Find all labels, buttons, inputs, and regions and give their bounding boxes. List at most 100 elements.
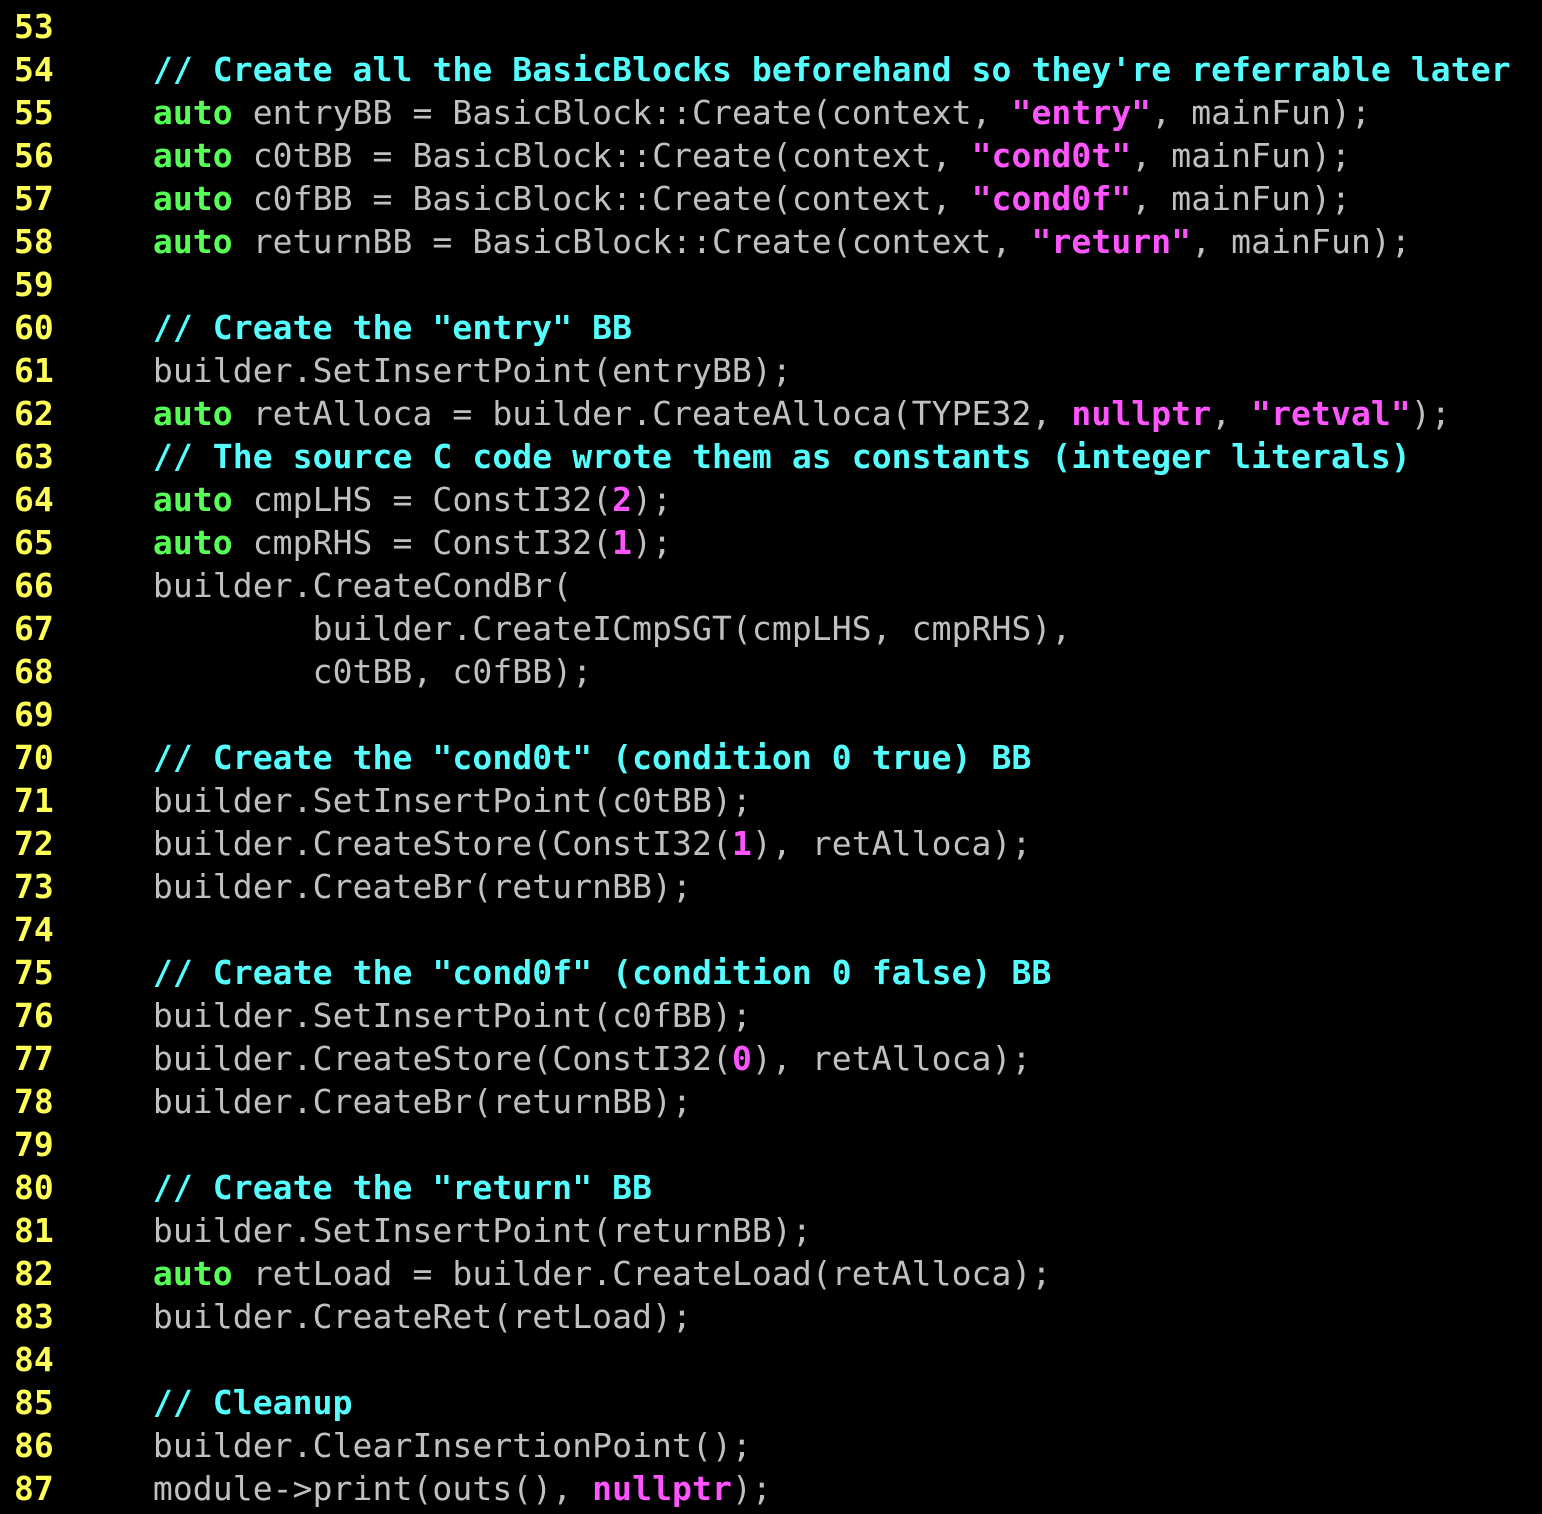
code-text: builder.CreateStore(ConstI32(0), retAllo… (73, 1037, 1032, 1080)
code-text: builder.CreateStore(ConstI32(1), retAllo… (73, 822, 1032, 865)
code-text: auto c0tBB = BasicBlock::Create(context,… (73, 134, 1351, 177)
line-number: 85 (14, 1383, 54, 1422)
token-plain: builder.CreateBr(returnBB); (73, 1082, 692, 1121)
token-string: "cond0t" (971, 136, 1132, 175)
code-text: builder.CreateICmpSGT(cmpLHS, cmpRHS), (73, 607, 1072, 650)
token-string: nullptr (592, 1469, 732, 1508)
code-text: builder.CreateRet(retLoad); (73, 1295, 692, 1338)
line-number: 63 (14, 437, 54, 476)
line-number: 82 (14, 1254, 54, 1293)
token-string: nullptr (1071, 394, 1212, 433)
token-plain: c0fBB = BasicBlock::Create(context, (232, 179, 972, 218)
token-plain: builder.CreateStore(ConstI32( (73, 1039, 732, 1078)
code-text: c0tBB, c0fBB); (73, 650, 592, 693)
token-plain: builder.CreateCondBr( (73, 566, 573, 605)
line-number: 76 (14, 996, 54, 1035)
line-number: 66 (14, 566, 54, 605)
token-plain: module->print(outs(), (73, 1469, 593, 1508)
token-string: "entry" (1011, 93, 1152, 132)
line-number: 87 (14, 1469, 54, 1508)
token-plain: cmpLHS = ConstI32( (232, 480, 613, 519)
token-plain: builder.ClearInsertionPoint(); (73, 1426, 752, 1465)
token-plain: , mainFun); (1131, 136, 1351, 175)
token-plain: retLoad = builder.CreateLoad(retAlloca); (232, 1254, 1052, 1293)
token-plain: ); (632, 523, 673, 562)
code-text: // Create all the BasicBlocks beforehand… (73, 48, 1511, 91)
code-text: // Create the "cond0f" (condition 0 fals… (73, 951, 1051, 994)
token-plain: builder.CreateStore(ConstI32( (73, 824, 732, 863)
line-number: 78 (14, 1082, 54, 1121)
code-text: // Cleanup (73, 1381, 353, 1424)
token-number: 0 (731, 1039, 752, 1078)
code-text: // Create the "cond0t" (condition 0 true… (73, 736, 1031, 779)
token-plain: entryBB = BasicBlock::Create(context, (232, 93, 1012, 132)
code-text: // The source C code wrote them as const… (73, 435, 1411, 478)
line-number: 53 (14, 7, 54, 46)
line-number: 67 (14, 609, 54, 648)
token-number: 2 (612, 480, 633, 519)
token-comment: // Create all the BasicBlocks beforehand… (73, 50, 1511, 89)
line-number: 83 (14, 1297, 54, 1336)
code-text: // Create the "entry" BB (73, 306, 632, 349)
token-plain: ); (731, 1469, 772, 1508)
token-string: "cond0f" (971, 179, 1132, 218)
line-number: 68 (14, 652, 54, 691)
line-number: 59 (14, 265, 54, 304)
line-number: 57 (14, 179, 54, 218)
line-number: 79 (14, 1125, 54, 1164)
token-string: "return" (1031, 222, 1192, 261)
code-text: builder.CreateBr(returnBB); (73, 865, 692, 908)
token-comment: // Cleanup (73, 1383, 353, 1422)
code-text: builder.SetInsertPoint(entryBB); (73, 349, 792, 392)
line-number: 64 (14, 480, 54, 519)
line-number: 60 (14, 308, 54, 347)
token-plain: , mainFun); (1191, 222, 1411, 261)
token-plain: returnBB = BasicBlock::Create(context, (232, 222, 1032, 261)
line-number: 58 (14, 222, 54, 261)
token-comment: // Create the "cond0f" (condition 0 fals… (73, 953, 1052, 992)
line-number: 73 (14, 867, 54, 906)
token-number: 1 (731, 824, 752, 863)
token-plain: builder.SetInsertPoint(c0tBB); (73, 781, 752, 820)
line-number: 86 (14, 1426, 54, 1465)
token-plain: ), retAlloca); (751, 1039, 1032, 1078)
token-plain: cmpRHS = ConstI32( (232, 523, 613, 562)
token-string: "retval" (1251, 394, 1411, 433)
token-plain: , (1211, 394, 1252, 433)
token-plain: c0tBB, c0fBB); (73, 652, 593, 691)
line-number: 65 (14, 523, 54, 562)
token-plain: builder.SetInsertPoint(entryBB); (73, 351, 792, 390)
line-number: 69 (14, 695, 54, 734)
line-number: 80 (14, 1168, 54, 1207)
token-plain: ), retAlloca); (751, 824, 1032, 863)
token-comment: // Create the "return" BB (73, 1168, 653, 1207)
token-number: 1 (612, 523, 633, 562)
code-text: auto entryBB = BasicBlock::Create(contex… (73, 91, 1371, 134)
code-text: auto cmpLHS = ConstI32(2); (73, 478, 672, 521)
token-plain: retAlloca = builder.CreateAlloca(TYPE32, (232, 394, 1072, 433)
line-number: 74 (14, 910, 54, 949)
code-text: auto cmpRHS = ConstI32(1); (73, 521, 672, 564)
line-number: 55 (14, 93, 54, 132)
code-text: // Create the "return" BB (73, 1166, 652, 1209)
token-plain: ); (1410, 394, 1451, 433)
code-text: auto returnBB = BasicBlock::Create(conte… (73, 220, 1411, 263)
line-number: 71 (14, 781, 54, 820)
line-number: 62 (14, 394, 54, 433)
token-keyword: auto (73, 179, 233, 218)
token-comment: // Create the "cond0t" (condition 0 true… (73, 738, 1032, 777)
token-keyword: auto (73, 523, 233, 562)
token-plain: c0tBB = BasicBlock::Create(context, (232, 136, 972, 175)
code-text: builder.SetInsertPoint(c0fBB); (73, 994, 752, 1037)
code-text: builder.CreateBr(returnBB); (73, 1080, 692, 1123)
token-keyword: auto (73, 394, 233, 433)
line-number: 84 (14, 1340, 54, 1379)
token-keyword: auto (73, 480, 233, 519)
code-text: builder.SetInsertPoint(returnBB); (73, 1209, 812, 1252)
token-keyword: auto (73, 136, 233, 175)
token-plain: builder.SetInsertPoint(c0fBB); (73, 996, 752, 1035)
token-plain: ); (632, 480, 673, 519)
line-number: 77 (14, 1039, 54, 1078)
code-text: builder.CreateCondBr( (73, 564, 572, 607)
line-number: 61 (14, 351, 54, 390)
